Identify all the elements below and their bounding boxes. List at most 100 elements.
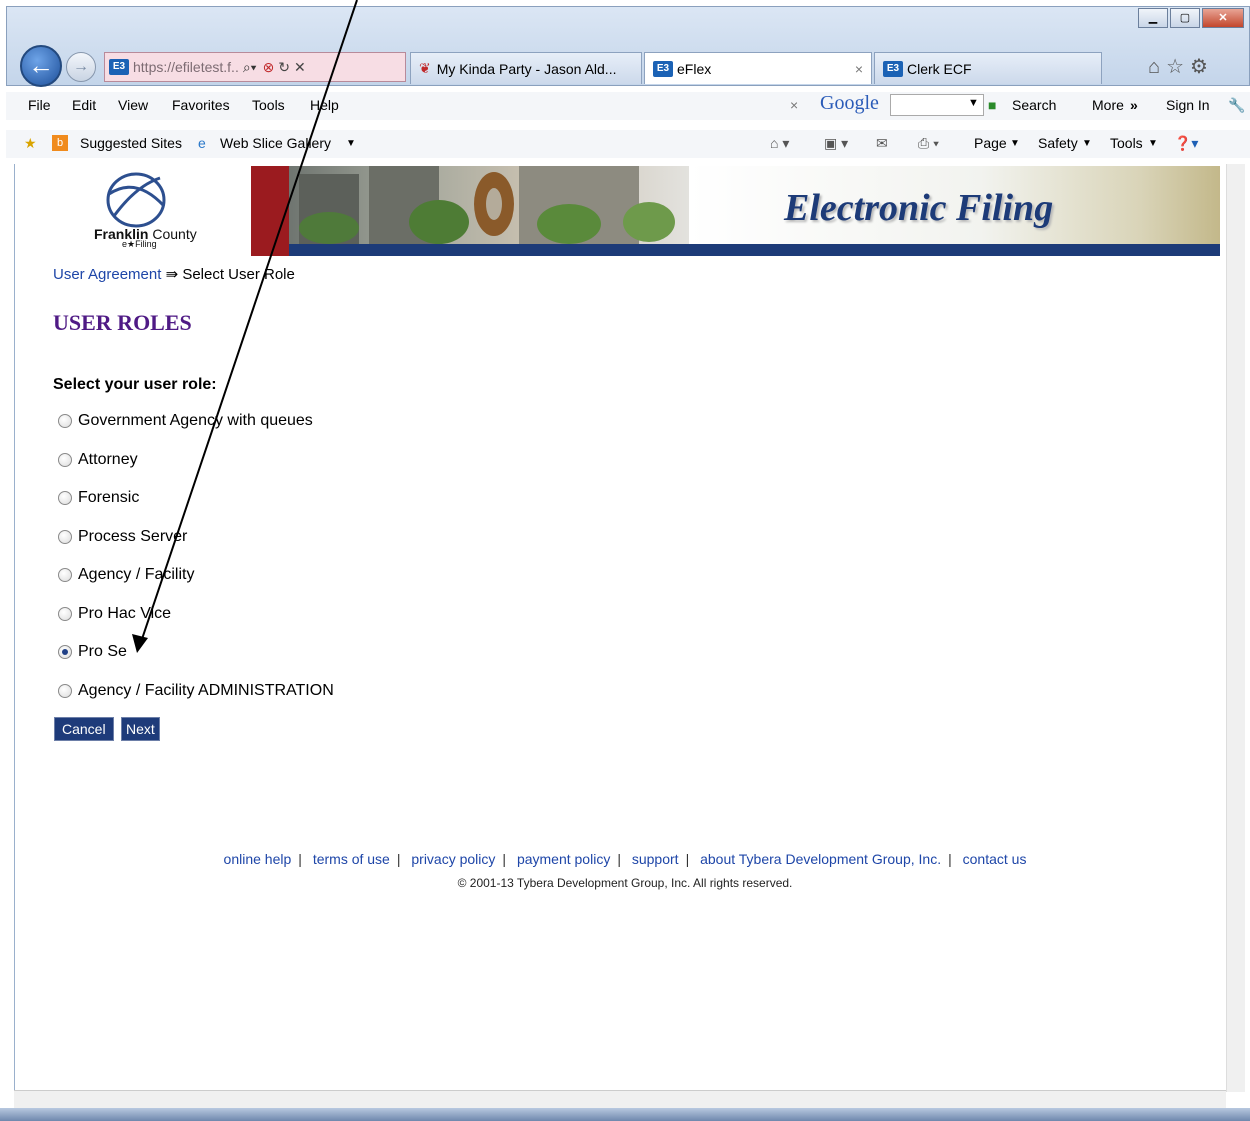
role-option[interactable]: Pro Hac Vice [58,605,171,623]
role-option[interactable]: Agency / Facility ADMINISTRATION [58,682,334,700]
refresh-icon[interactable]: ↻ [278,59,290,76]
role-label: Pro Hac Vice [78,605,172,622]
role-radio[interactable] [58,645,72,659]
footer-separator: | [502,851,507,867]
home-icon[interactable]: ⌂ ▾ [770,135,789,152]
safety-menu[interactable]: Safety [1038,135,1078,151]
dropdown-icon[interactable]: ▼ [968,97,979,109]
tab-my-kinda-party[interactable]: ❦ My Kinda Party - Jason Ald... [410,52,642,84]
banner-blue-bar [289,244,1220,256]
home-star-gear-icons[interactable]: ⌂☆⚙ [1148,54,1214,79]
horizontal-scrollbar[interactable] [14,1090,1226,1109]
eflex-favicon-icon: E3 [653,60,673,77]
role-option[interactable]: Process Server [58,528,187,546]
breadcrumb-current: Select User Role [182,266,295,283]
next-button[interactable]: Next [121,717,160,741]
role-label: Attorney [78,451,138,468]
address-bar[interactable]: E3 https://efiletest.f.. ⌕▾ ⊗ ↻ ✕ [104,52,406,82]
web-slice-icon: e [198,135,206,151]
role-radio[interactable] [58,414,72,428]
role-label: Agency / Facility [78,566,195,583]
breadcrumb-separator-icon: ⇛ [165,266,179,283]
footer-privacy-link[interactable]: privacy policy [411,851,495,867]
wrench-icon[interactable]: 🔧 [1228,97,1245,114]
back-button[interactable]: ← [20,45,62,87]
role-option[interactable]: Pro Se [58,643,127,661]
role-radio[interactable] [58,684,72,698]
role-option[interactable]: Agency / Facility [58,566,194,584]
menu-tools[interactable]: Tools [252,97,285,113]
footer-payment-link[interactable]: payment policy [517,851,610,867]
role-radio[interactable] [58,607,72,621]
footer-online-help-link[interactable]: online help [224,851,292,867]
role-radio[interactable] [58,491,72,505]
google-search-icon: ■ [988,97,997,113]
tools-menu[interactable]: Tools [1110,135,1143,151]
feeds-icon[interactable]: ▣ ▾ [824,135,848,152]
footer-about-link[interactable]: about Tybera Development Group, Inc. [700,851,941,867]
menu-help[interactable]: Help [310,97,339,113]
toolbar-close-icon[interactable]: × [790,97,798,113]
mail-icon[interactable]: ✉ [876,135,888,152]
footer-support-link[interactable]: support [632,851,679,867]
role-radio[interactable] [58,568,72,582]
menu-file[interactable]: File [28,97,51,113]
suggested-sites-link[interactable]: Suggested Sites [80,135,182,151]
vertical-scrollbar[interactable] [1226,164,1245,1092]
more-button[interactable]: More [1092,97,1124,113]
google-search-button[interactable]: Search [1012,97,1056,113]
role-option[interactable]: Forensic [58,489,139,507]
help-icon[interactable]: ❓▾ [1174,135,1198,152]
menu-edit[interactable]: Edit [72,97,96,113]
banner-photo [289,166,689,244]
window-controls: ▁ ▢ ✕ [1136,8,1244,28]
page-title: USER ROLES [53,310,192,335]
footer-separator: | [396,851,401,867]
menu-favorites[interactable]: Favorites [172,97,230,113]
role-option[interactable]: Government Agency with queues [58,412,313,430]
signin-button[interactable]: Sign In [1166,97,1210,113]
forward-button[interactable]: → [66,52,96,82]
maximize-icon[interactable]: ▢ [1170,8,1200,28]
footer-separator: | [298,851,302,867]
footer-separator: | [948,851,952,867]
menu-view[interactable]: View [118,97,148,113]
menu-bar: File Edit View Favorites Tools Help × Go… [6,92,1250,120]
role-label: Pro Se [78,643,127,660]
tools-dropdown-icon: ▼ [1148,138,1158,149]
tab-close-icon[interactable]: × [855,61,863,77]
role-option[interactable]: Attorney [58,451,138,469]
role-radio[interactable] [58,453,72,467]
footer-separator: | [617,851,621,867]
windows-taskbar [0,1108,1250,1121]
close-icon[interactable]: ✕ [1202,8,1244,28]
page-viewport [14,164,1227,1092]
logo-text: Franklin County e★Filing [94,226,197,250]
sculpture-photo-icon [299,166,675,244]
breadcrumb-user-agreement-link[interactable]: User Agreement [53,266,161,283]
cert-error-icon[interactable]: ⊗ [263,59,275,76]
footer-terms-link[interactable]: terms of use [313,851,390,867]
role-radio[interactable] [58,530,72,544]
favorites-star-icon[interactable]: ★ [24,135,37,152]
tab-eflex[interactable]: E3 eFlex × [644,52,872,84]
page-menu[interactable]: Page [974,135,1007,151]
web-slice-gallery-link[interactable]: Web Slice Gallery [220,135,331,151]
tab-label: Clerk ECF [907,60,972,77]
print-icon[interactable]: ⎙ ▾ [918,135,939,152]
minimize-icon[interactable]: ▁ [1138,8,1168,28]
banner-title: Electronic Filing [784,187,1054,229]
cancel-button[interactable]: Cancel [54,717,114,741]
page-dropdown-icon: ▼ [1010,138,1020,149]
role-label: Process Server [78,528,188,545]
search-icon[interactable]: ⌕▾ [243,59,257,76]
stop-icon[interactable]: ✕ [294,59,306,76]
web-slice-dropdown-icon[interactable]: ▼ [346,138,356,149]
tab-label: eFlex [677,60,712,77]
logo-county-text: County [152,226,197,242]
tab-clerk-ecf[interactable]: E3 Clerk ECF [874,52,1102,84]
footer-contact-link[interactable]: contact us [963,851,1027,867]
safety-dropdown-icon: ▼ [1082,138,1092,149]
suggested-sites-icon: b [52,135,68,151]
banner-red-strip [251,166,289,256]
